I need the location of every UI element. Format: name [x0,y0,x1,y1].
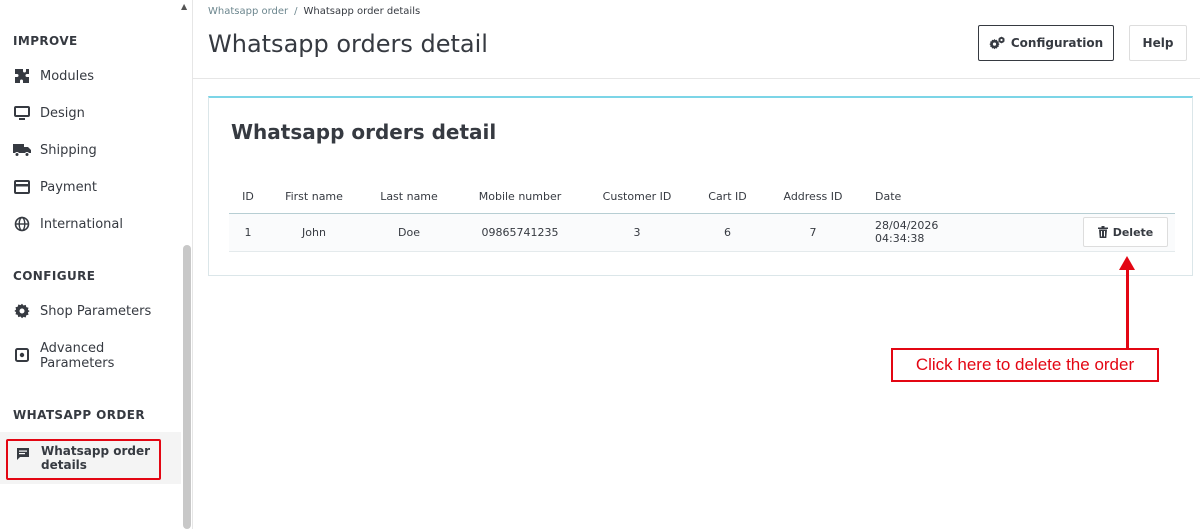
delete-button[interactable]: Delete [1083,217,1168,247]
section-improve: IMPROVE [13,34,78,48]
col-date: Date [862,180,990,214]
puzzle-icon [13,68,31,84]
sidebar-item-design[interactable]: Design [13,105,178,121]
cell-actions: Delete [990,213,1175,252]
cell-address-id: 7 [764,213,862,252]
sidebar-item-label: Shop Parameters [40,303,152,319]
message-icon [16,447,32,464]
col-cart-id: Cart ID [691,180,764,214]
orders-table: ID First name Last name Mobile number Cu… [229,180,1175,252]
sidebar-item-shipping[interactable]: Shipping [13,142,178,158]
cell-id: 1 [229,213,267,252]
delete-label: Delete [1112,225,1154,239]
help-button[interactable]: Help [1129,25,1187,61]
orders-card: Whatsapp orders detail ID First name Las… [208,96,1193,276]
configuration-button[interactable]: Configuration [978,25,1114,61]
sidebar-item-advanced-parameters[interactable]: Advanced Parameters [13,341,178,371]
sidebar-item-label: Shipping [40,142,97,158]
breadcrumb: Whatsapp order / Whatsapp order details [208,6,421,17]
breadcrumb-link[interactable]: Whatsapp order [208,6,288,17]
card-title: Whatsapp orders detail [231,120,497,144]
col-customer-id: Customer ID [583,180,691,214]
annotation-arrow-line [1126,266,1129,349]
col-mobile-number: Mobile number [457,180,583,214]
page-header: Whatsapp order / Whatsapp order details Wh… [193,0,1200,79]
settings-box-icon [13,347,31,363]
cell-date: 28/04/2026 04:34:38 [862,213,990,252]
table-row: 1 John Doe 09865741235 3 6 7 28/04/2026 … [229,213,1175,252]
sidebar: ▲ IMPROVE Modules Design Shipping Paymen… [0,0,193,529]
breadcrumb-current: Whatsapp order details [303,6,421,17]
table-header-row: ID First name Last name Mobile number Cu… [229,180,1175,214]
col-id: ID [229,180,267,214]
sidebar-item-shop-parameters[interactable]: Shop Parameters [13,303,178,319]
sidebar-item-payment[interactable]: Payment [13,179,178,195]
trash-icon [1097,226,1108,238]
scroll-up-arrow-icon[interactable]: ▲ [181,2,187,11]
section-configure: CONFIGURE [13,269,96,283]
sidebar-item-label: International [40,216,123,232]
gear-icon [13,303,31,319]
cell-first-name: John [267,213,361,252]
page-title: Whatsapp orders detail [208,30,488,58]
cell-cart-id: 6 [691,213,764,252]
annotation-callout: Click here to delete the order [891,348,1159,382]
credit-card-icon [13,179,31,195]
sidebar-item-modules[interactable]: Modules [13,68,178,84]
globe-icon [13,216,31,232]
configuration-label: Configuration [1010,36,1104,50]
col-last-name: Last name [361,180,457,214]
sidebar-item-label: Advanced Parameters [40,341,115,371]
sidebar-item-whatsapp-order-details[interactable]: Whatsapp order details [16,444,150,472]
sidebar-item-label: Payment [40,179,97,195]
cell-customer-id: 3 [583,213,691,252]
cell-mobile: 09865741235 [457,213,583,252]
cogs-icon [989,36,1006,50]
monitor-icon [13,105,31,121]
sidebar-item-label: Modules [40,68,95,84]
sidebar-item-label: Design [40,105,85,121]
section-whatsapp-order: WHATSAPP ORDER [13,408,145,422]
col-actions [990,180,1175,214]
col-address-id: Address ID [764,180,862,214]
cell-last-name: Doe [361,213,457,252]
truck-icon [13,142,31,158]
sidebar-item-label: Whatsapp order details [41,444,151,472]
sidebar-item-international[interactable]: International [13,216,178,232]
sidebar-scrollbar[interactable] [183,245,191,529]
col-first-name: First name [267,180,361,214]
